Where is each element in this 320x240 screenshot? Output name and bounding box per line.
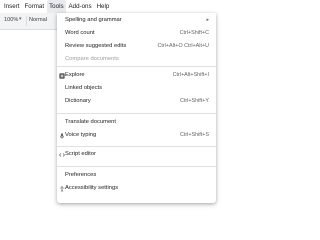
menu-divider	[57, 166, 216, 167]
shortcut-label: Ctrl+Alt+Shift+I	[172, 72, 209, 78]
chevron-down-icon[interactable]: ▾	[19, 16, 22, 22]
menu-item-compare-documents: Compare documents	[65, 56, 119, 62]
menu-format[interactable]: Format	[22, 0, 47, 13]
shortcut-label: Ctrl+Shift+S	[179, 132, 209, 138]
chevron-right-icon: ▸	[206, 17, 209, 23]
menu-tools[interactable]: Tools	[46, 0, 67, 13]
menu-item-dictionary[interactable]: Dictionary Ctrl+Shift+Y	[57, 96, 216, 107]
menu-divider	[57, 113, 216, 114]
menu-help[interactable]: Help	[94, 0, 112, 13]
toolbar-divider	[26, 16, 27, 26]
zoom-select[interactable]: 100%	[4, 17, 18, 23]
menu-item-spelling-and-grammar[interactable]: Spelling and grammar ▸	[57, 15, 216, 26]
menu-item-accessibility-settings[interactable]: Accessibility settings	[57, 183, 216, 194]
menu-insert[interactable]: Insert	[0, 0, 22, 13]
menu-item-script-editor[interactable]: Script editor	[57, 149, 216, 160]
menu-item-voice-typing[interactable]: Voice typing Ctrl+Shift+S	[57, 130, 216, 141]
tools-menu-dropdown: Spelling and grammar ▸ Word count Ctrl+S…	[57, 13, 216, 203]
menu-item-preferences[interactable]: Preferences	[57, 170, 216, 181]
shortcut-label: Ctrl+Shift+Y	[179, 98, 209, 104]
menu-divider	[57, 146, 216, 147]
paragraph-style-select[interactable]: Normal	[29, 17, 47, 23]
menu-item-linked-objects[interactable]: Linked objects	[57, 83, 216, 94]
shortcut-label: Ctrl+Alt+O Ctrl+Alt+U	[157, 43, 209, 49]
menu-bar: Insert Format Tools Add-ons Help	[0, 0, 216, 13]
menu-divider	[57, 66, 216, 67]
menu-item-word-count[interactable]: Word count Ctrl+Shift+C	[57, 28, 216, 39]
menu-item-review-suggested-edits[interactable]: Review suggested edits Ctrl+Alt+O Ctrl+A…	[57, 41, 216, 52]
menu-add-ons[interactable]: Add-ons	[66, 0, 94, 13]
shortcut-label: Ctrl+Shift+C	[179, 30, 209, 36]
menu-item-explore[interactable]: Explore Ctrl+Alt+Shift+I	[57, 70, 216, 81]
menu-item-translate-document[interactable]: Translate document	[57, 117, 216, 128]
